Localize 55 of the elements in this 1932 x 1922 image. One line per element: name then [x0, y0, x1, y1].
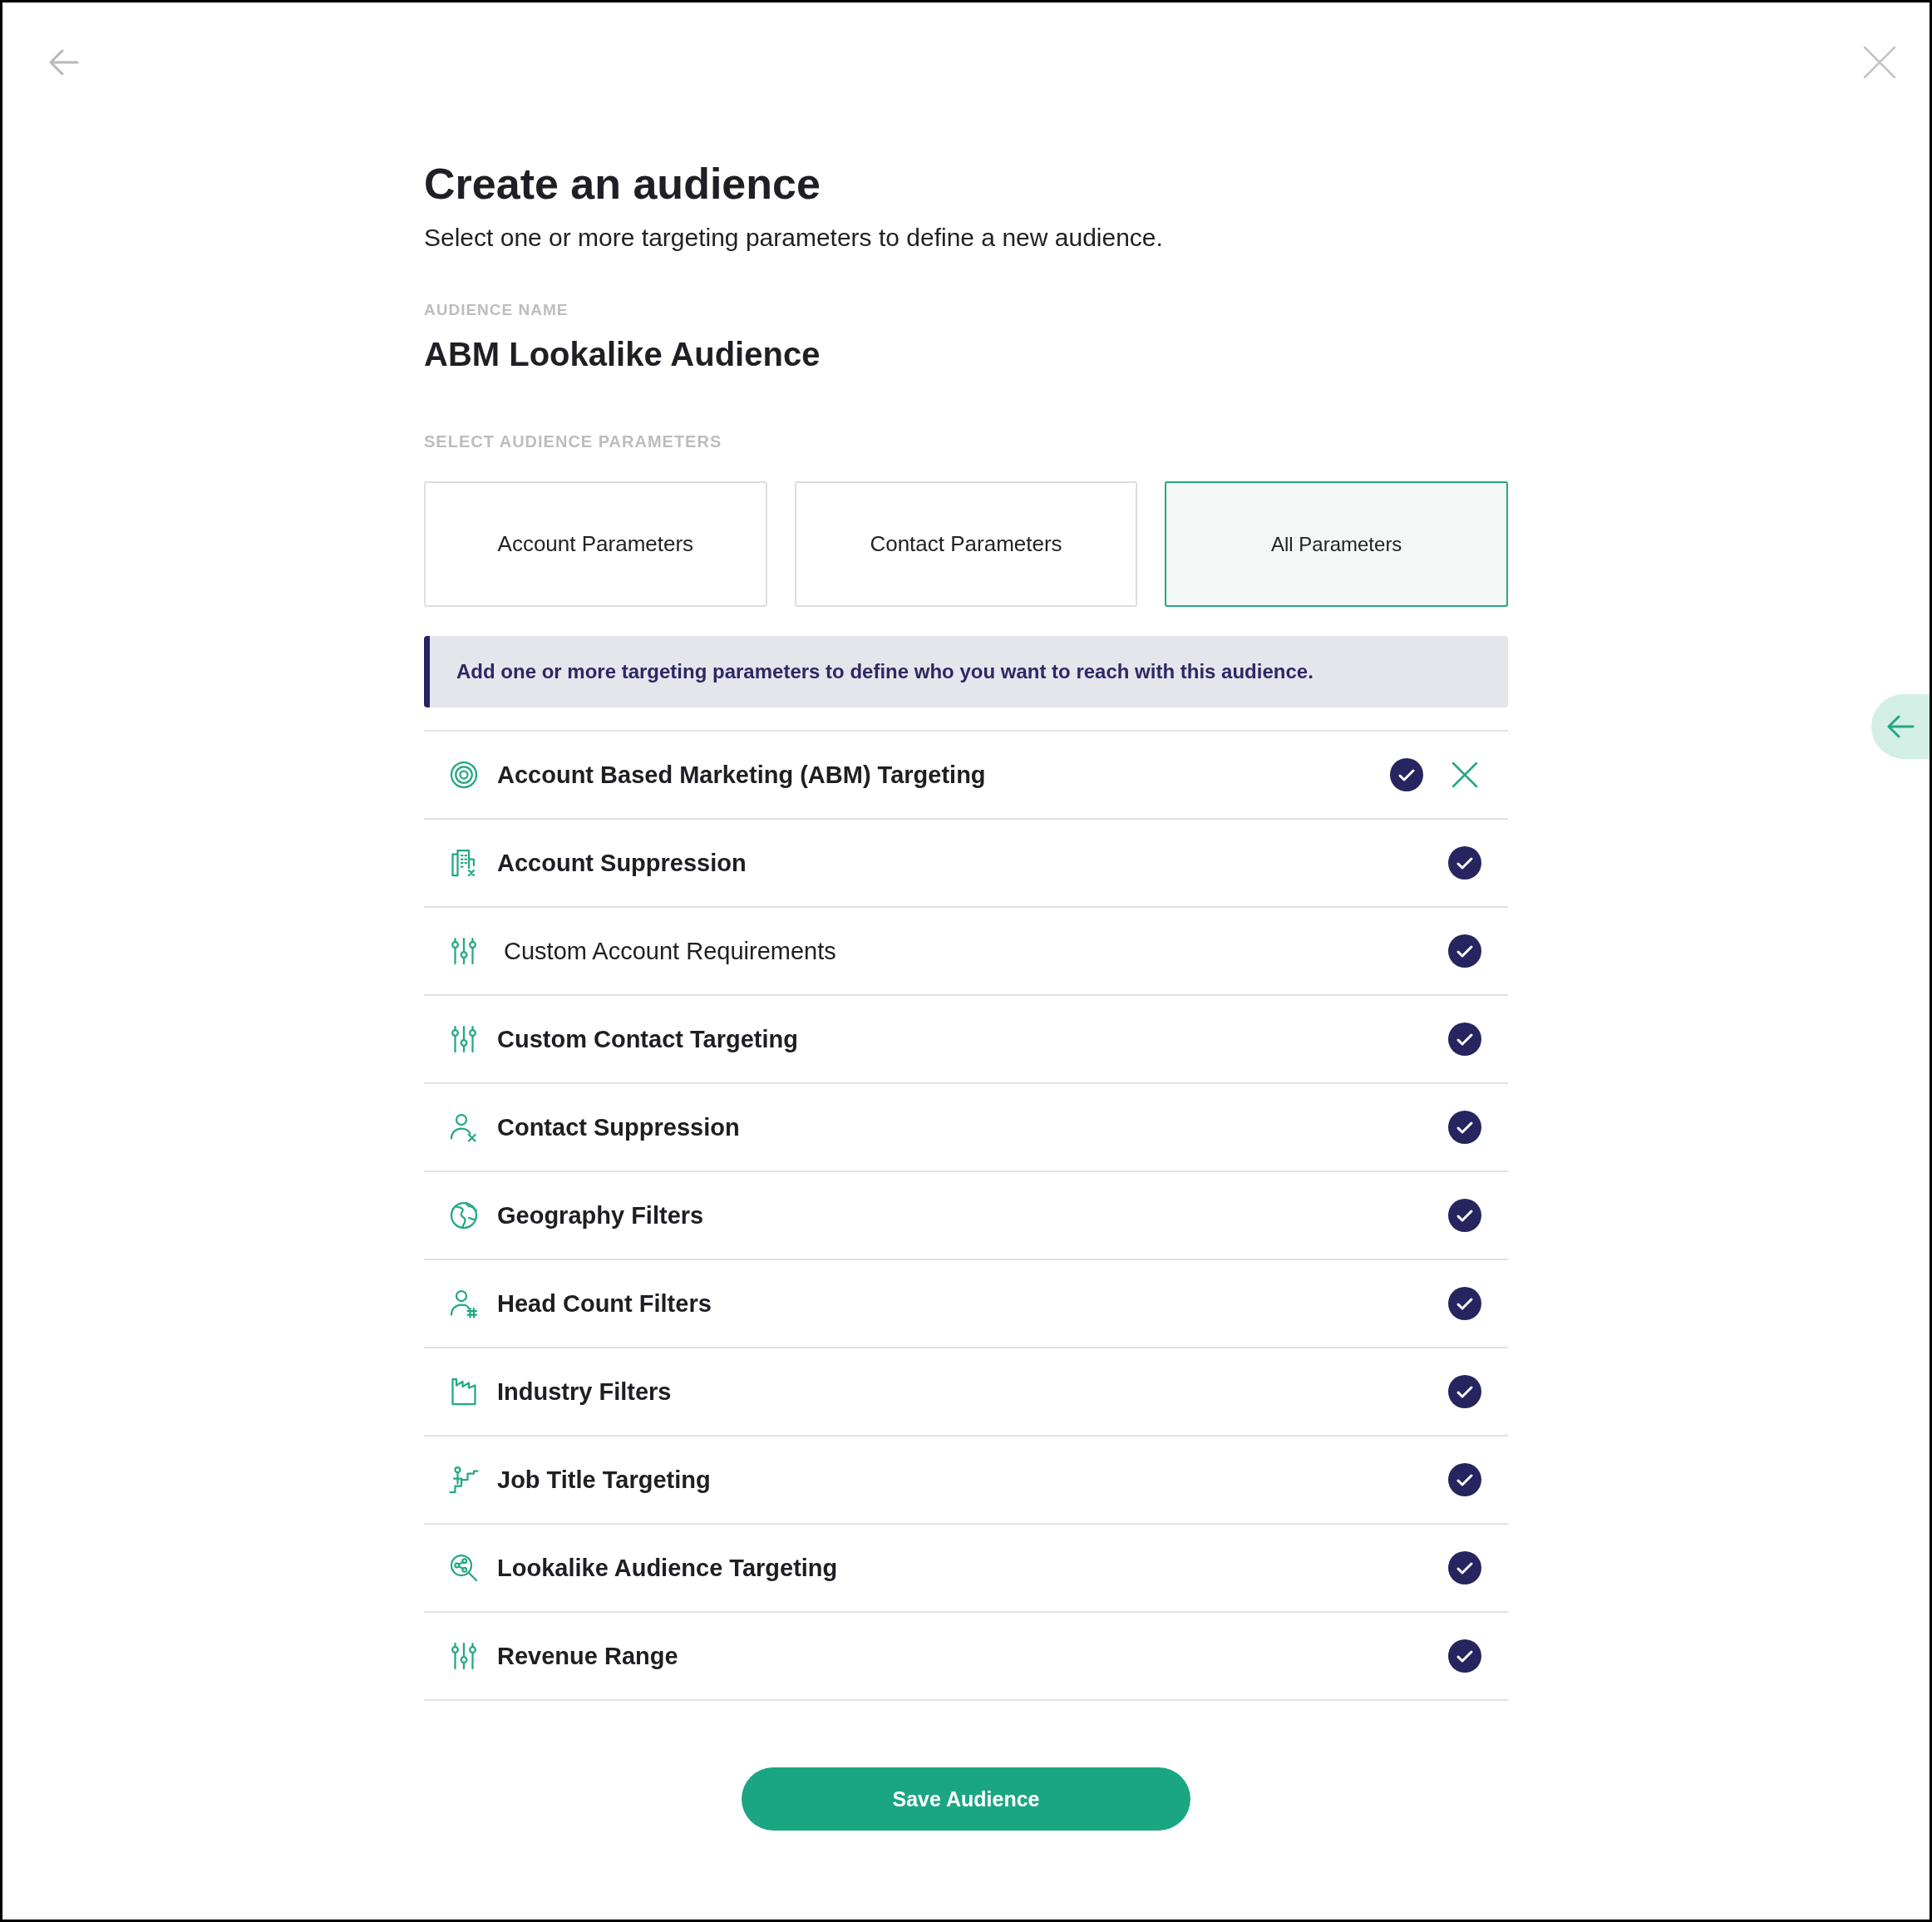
parameter-label: Account Suppression — [497, 849, 747, 877]
info-text: Add one or more targeting parameters to define who you want to reach with this audience. — [456, 660, 1313, 683]
person-icon — [449, 1112, 479, 1142]
sliders-icon — [449, 1641, 479, 1671]
parameter-label: Job Title Targeting — [497, 1466, 712, 1494]
sliders-icon — [449, 1024, 479, 1054]
parameter-label: Custom Contact Targeting — [497, 1025, 799, 1053]
parameter-row[interactable]: Geography Filters — [424, 1172, 1508, 1260]
page-title: Create an audience — [424, 159, 821, 209]
parameter-row[interactable]: Custom Contact Targeting — [424, 996, 1508, 1084]
parameter-label: Head Count Filters — [497, 1289, 712, 1318]
magnifier-icon — [449, 1553, 479, 1583]
target-icon — [449, 760, 479, 790]
check-icon[interactable] — [1448, 934, 1481, 968]
check-icon[interactable] — [1448, 1287, 1481, 1320]
parameter-tab[interactable]: Account Parameters — [424, 481, 767, 607]
side-panel-tab[interactable] — [1871, 694, 1930, 759]
parameter-label: Contact Suppression — [497, 1113, 741, 1141]
parameter-label: Geography Filters — [497, 1201, 705, 1230]
check-icon[interactable] — [1448, 1639, 1481, 1673]
parameter-row[interactable]: Revenue Range — [424, 1613, 1508, 1701]
left-arrow-icon — [1886, 714, 1915, 739]
check-icon[interactable] — [1448, 1551, 1481, 1584]
check-icon[interactable] — [1448, 846, 1481, 880]
parameter-row[interactable]: Account Suppression — [424, 820, 1508, 908]
close-icon[interactable] — [1451, 761, 1478, 788]
parameter-row[interactable]: Head Count Filters — [424, 1260, 1508, 1348]
parameter-row[interactable]: Industry Filters — [424, 1348, 1508, 1437]
parameter-label: Account Based Marketing (ABM) Targeting — [497, 761, 987, 789]
check-icon[interactable] — [1448, 1463, 1481, 1496]
check-icon[interactable] — [1448, 1199, 1481, 1232]
parameter-row[interactable]: Custom Account Requirements — [424, 908, 1508, 996]
parameter-label: Custom Account Requirements — [504, 937, 837, 965]
audience-name: ABM Lookalike Audience — [424, 336, 821, 373]
parameter-tab[interactable]: All Parameters — [1165, 481, 1508, 607]
parameter-label: Revenue Range — [497, 1642, 679, 1670]
field-label: AUDIENCE NAME — [424, 301, 569, 319]
section-label: SELECT AUDIENCE PARAMETERS — [424, 432, 723, 451]
parameter-row[interactable]: Lookalike Audience Targeting — [424, 1525, 1508, 1613]
parameter-row[interactable]: Job Title Targeting — [424, 1437, 1508, 1525]
sliders-icon — [449, 936, 479, 966]
parameter-label: Lookalike Audience Targeting — [497, 1554, 839, 1582]
check-icon[interactable] — [1448, 1023, 1481, 1056]
check-icon[interactable] — [1390, 758, 1423, 791]
check-icon[interactable] — [1448, 1111, 1481, 1144]
parameter-row[interactable]: Contact Suppression — [424, 1084, 1508, 1172]
globe-icon — [449, 1200, 479, 1230]
person-icon — [449, 1289, 479, 1318]
page-subtitle: Select one or more targeting parameters to define a new audience. — [424, 223, 1164, 253]
stairs-icon — [449, 1465, 479, 1495]
parameter-row[interactable]: Account Based Marketing (ABM) Targeting — [424, 732, 1508, 820]
factory-icon — [449, 1377, 479, 1407]
parameter-tab[interactable]: Contact Parameters — [794, 481, 1138, 607]
parameter-label: Industry Filters — [497, 1377, 673, 1406]
check-icon[interactable] — [1448, 1375, 1481, 1408]
